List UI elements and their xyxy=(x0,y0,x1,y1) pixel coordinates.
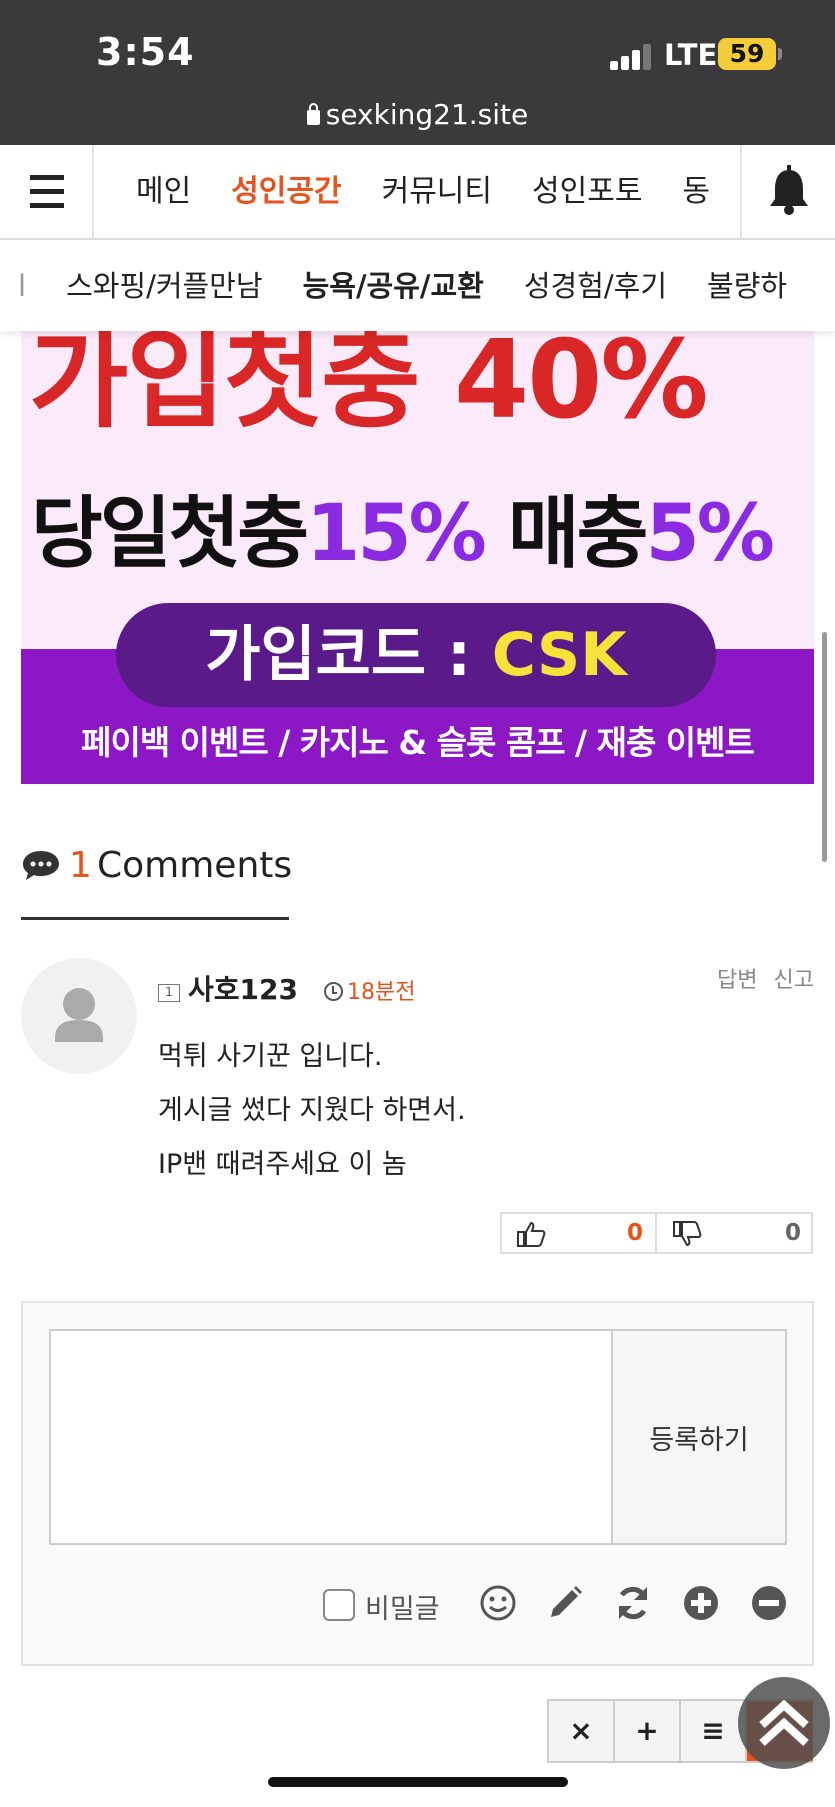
comment-actions: 답변 신고 xyxy=(701,962,814,994)
scrollbar[interactable] xyxy=(822,632,827,862)
comment-line: 게시글 썼다 지웠다 하면서. xyxy=(158,1095,466,1126)
menu-item-adult-photo[interactable]: 성인포토 xyxy=(512,145,662,238)
menu-item-adult-space[interactable]: 성인공간 xyxy=(211,145,361,238)
reply-link[interactable]: 답변 xyxy=(717,968,757,993)
hamburger-menu-icon[interactable] xyxy=(0,145,94,238)
avatar xyxy=(21,958,137,1074)
vote-box: 0 0 xyxy=(500,1212,813,1254)
dislike-button[interactable]: 0 xyxy=(658,1214,813,1252)
comment-author[interactable]: 사호123 xyxy=(188,973,298,1006)
main-nav: 메인 성인공간 커뮤니티 성인포토 동 xyxy=(0,145,835,240)
comment-body: 먹튀 사기꾼 입니다. 게시글 썼다 지웠다 하면서. IP밴 때려주세요 이 … xyxy=(158,1030,466,1192)
clock-time: 3:54 xyxy=(96,30,195,74)
network-type: LTE xyxy=(664,38,718,72)
menu-item-community[interactable]: 커뮤니티 xyxy=(362,145,512,238)
sub-item-experience[interactable]: 성경험/후기 xyxy=(524,241,667,331)
pencil-icon[interactable] xyxy=(545,1583,585,1623)
url-text: sexking21.site xyxy=(325,98,529,131)
ad-banner[interactable]: 가입첫충 40% 당일첫충15% 매충5% 가입코드 : CSK 페이백 이벤트… xyxy=(21,331,814,784)
level-badge: 1 xyxy=(158,984,180,1002)
comments-header: 1 Comments xyxy=(21,845,293,920)
like-button[interactable]: 0 xyxy=(502,1214,657,1252)
address-bar[interactable]: sexking21.site xyxy=(0,98,835,131)
dislike-count: 0 xyxy=(784,1220,801,1246)
main-menu: 메인 성인공간 커뮤니티 성인포토 동 xyxy=(96,145,739,238)
report-link[interactable]: 신고 xyxy=(774,968,814,993)
secret-label: 비밀글 xyxy=(365,1594,440,1625)
sub-item-prev[interactable]: l xyxy=(18,241,26,331)
lock-icon xyxy=(306,103,320,125)
banner-events: 페이백 이벤트 / 카지노 & 슬롯 콤프 / 재충 이벤트 xyxy=(81,723,755,762)
sub-item-swapping[interactable]: 스와핑/커플만남 xyxy=(66,241,263,331)
comment-meta: 1 사호123 18분전 xyxy=(158,968,415,1008)
comment-form: 등록하기 비밀글 xyxy=(21,1301,814,1666)
bell-icon[interactable] xyxy=(740,145,835,238)
comment-line: 먹튀 사기꾼 입니다. xyxy=(158,1041,383,1072)
thumbs-down-icon xyxy=(673,1221,702,1247)
status-bar: 3:54 LTE 59 sexking21.site xyxy=(0,0,835,145)
comment-time: 18분전 xyxy=(323,980,415,1005)
submit-button[interactable]: 등록하기 xyxy=(613,1329,787,1545)
signal-icon xyxy=(610,42,654,70)
comment-line: IP밴 때려주세요 이 놈 xyxy=(158,1149,407,1180)
add-button[interactable]: + xyxy=(615,1701,681,1761)
banner-headline: 가입첫충 40% xyxy=(29,331,709,443)
sub-nav: l 스와핑/커플만남 능욕/공유/교환 성경험/후기 불량하 xyxy=(0,241,835,331)
menu-item-video[interactable]: 동 xyxy=(662,145,730,238)
menu-item-main[interactable]: 메인 xyxy=(96,145,211,238)
banner-subline: 당일첫충15% 매충5% xyxy=(31,489,775,579)
sub-item-bad[interactable]: 불량하 xyxy=(707,241,787,331)
scroll-to-top-button[interactable] xyxy=(738,1677,830,1769)
home-indicator[interactable] xyxy=(268,1777,568,1787)
close-button[interactable]: × xyxy=(549,1701,615,1761)
sub-item-share-exchange[interactable]: 능욕/공유/교환 xyxy=(303,241,484,331)
refresh-icon[interactable] xyxy=(613,1583,653,1623)
minus-circle-icon[interactable] xyxy=(749,1583,789,1623)
emoticon-icon[interactable] xyxy=(478,1583,518,1623)
battery-icon: 59 xyxy=(718,38,782,70)
clock-icon xyxy=(323,982,343,1001)
comment-count: 1 xyxy=(69,845,92,886)
thumbs-up-icon xyxy=(517,1221,546,1247)
signup-code-pill: 가입코드 : CSK xyxy=(116,603,716,707)
comments-label: Comments xyxy=(97,845,293,886)
chevron-up-icon xyxy=(759,1699,809,1746)
secret-checkbox[interactable] xyxy=(323,1589,355,1621)
speech-bubble-icon xyxy=(23,851,59,880)
comment-input[interactable] xyxy=(49,1329,613,1545)
plus-circle-icon[interactable] xyxy=(681,1583,721,1623)
like-count: 0 xyxy=(626,1220,643,1246)
